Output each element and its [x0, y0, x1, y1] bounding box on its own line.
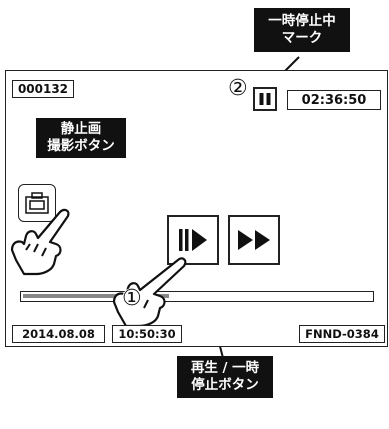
marker-one: ①: [122, 286, 142, 311]
progress-bar[interactable]: [20, 291, 374, 302]
callout-play-pause-line2: 停止ボタン: [191, 377, 259, 393]
frame-counter-value: 000132: [17, 82, 69, 96]
date-value: 2014.08.08: [22, 327, 95, 341]
date-display: 2014.08.08: [12, 325, 105, 343]
frame-counter: 000132: [12, 80, 74, 98]
callout-pause-mark-line1: 一時停止中: [268, 13, 336, 29]
pause-icon: [259, 93, 271, 105]
file-id-display: FNND-0384: [299, 325, 385, 343]
marker-two: ②: [228, 76, 248, 101]
callout-play-pause-line1: 再生 / 一時: [190, 360, 260, 376]
fast-forward-button[interactable]: [228, 215, 280, 265]
callout-still-line1: 静止画: [60, 121, 102, 137]
fast-forward-icon: [238, 230, 270, 250]
time-display: 02:36:50: [287, 90, 381, 110]
clock-value: 10:50:30: [118, 327, 176, 341]
pause-mark: [253, 87, 277, 111]
callout-play-pause: 再生 / 一時 停止ボタン: [177, 356, 273, 398]
pointing-hand-icon: [10, 208, 70, 276]
clock-display: 10:50:30: [112, 325, 182, 343]
pointing-hand-icon-2: [112, 257, 187, 328]
callout-still-line2: 撮影ボタン: [47, 138, 115, 154]
time-display-value: 02:36:50: [301, 92, 367, 108]
callout-still-button: 静止画 撮影ボタン: [36, 118, 126, 158]
callout-pause-mark-line2: マーク: [281, 30, 323, 46]
callout-pause-mark: 一時停止中 マーク: [254, 8, 350, 52]
file-id-value: FNND-0384: [305, 327, 379, 341]
